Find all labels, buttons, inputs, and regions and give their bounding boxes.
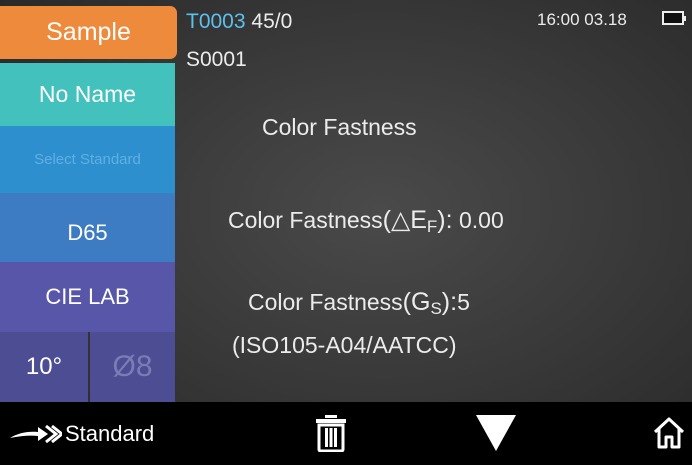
aperture-button[interactable]: Ø8 — [90, 332, 175, 402]
home-icon — [653, 417, 685, 449]
delete-button[interactable] — [314, 414, 348, 452]
gs-symbol: G — [411, 288, 431, 316]
delta-e-subscript: F — [426, 217, 438, 236]
delta-e-paren-close: ): — [437, 206, 453, 234]
color-fastness-screen: Sample No Name Select Standard D65 CIE L… — [0, 0, 692, 465]
delta-e-readout: Color Fastness(△EF): 0.00 — [228, 205, 504, 237]
trash-icon — [316, 415, 346, 452]
color-space-button[interactable]: CIE LAB — [0, 262, 175, 332]
grey-scale-readout: Color Fastness(GS):5 — [248, 288, 470, 319]
delta-e-symbol: △E — [391, 206, 427, 234]
test-id[interactable]: T0003 — [186, 10, 246, 33]
battery-icon — [662, 11, 686, 25]
observer-angle-button[interactable]: 10° — [0, 332, 88, 402]
triangle-down-icon — [476, 415, 516, 451]
sample-id: S0001 — [186, 48, 247, 71]
delta-e-value: 0.00 — [458, 207, 504, 233]
bottom-toolbar: Standard — [0, 402, 692, 465]
measurement-header: T0003 45/0 — [186, 10, 292, 34]
time-text: 16:00 — [537, 10, 580, 29]
gs-subscript: S — [430, 299, 442, 318]
measure-button[interactable] — [476, 415, 516, 451]
sample-button[interactable]: Sample — [0, 6, 177, 59]
page-title: Color Fastness — [262, 114, 417, 140]
standard-label: Standard — [65, 421, 155, 446]
date-text: 03.18 — [584, 10, 627, 29]
gs-paren-open: ( — [402, 288, 411, 316]
delta-e-paren-open: ( — [382, 206, 391, 234]
select-standard-button[interactable]: Select Standard — [0, 126, 175, 193]
measurement-geometry: 45/0 — [251, 10, 293, 33]
gs-value: 5 — [457, 289, 470, 315]
sidebar: Sample No Name Select Standard D65 CIE L… — [0, 0, 177, 402]
gs-paren-close: ): — [441, 288, 458, 316]
sample-name-button[interactable]: No Name — [0, 63, 175, 126]
home-button[interactable] — [652, 414, 686, 452]
clock: 16:00 03.18 — [537, 10, 627, 30]
set-as-standard-button[interactable]: Standard — [8, 416, 154, 452]
gs-label: Color Fastness — [248, 289, 403, 315]
delta-e-label: Color Fastness — [228, 207, 383, 233]
arrow-right-icon — [8, 423, 62, 445]
illuminant-button[interactable]: D65 — [0, 193, 175, 262]
standard-reference: (ISO105-A04/AATCC) — [232, 332, 457, 358]
